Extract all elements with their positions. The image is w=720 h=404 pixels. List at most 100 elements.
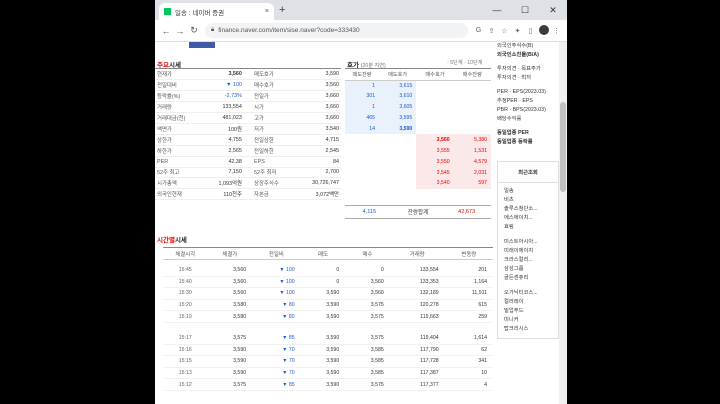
price-cell: 3,580 — [207, 299, 253, 312]
spacer — [243, 101, 253, 114]
bid-qty: 2,031 — [453, 167, 491, 179]
empty-cell — [416, 113, 453, 124]
bid-price: 3,540 — [416, 178, 454, 189]
price-cell: 3,560 — [207, 276, 253, 289]
buy-cell: 3,560 — [345, 276, 390, 289]
quote-label: 전일대비 — [155, 79, 194, 92]
time-cell: 15:40 — [163, 276, 208, 289]
recent-item[interactable]: 솔루스첨단소... — [504, 205, 552, 214]
recent-item[interactable]: 탑크리시스 — [504, 325, 552, 334]
recent-item[interactable]: 효림 — [504, 223, 552, 232]
quote-row: 시가총액 1,093억원 상장주식수 30,726,747 — [155, 177, 341, 190]
extensions-icon[interactable]: ✦ — [511, 27, 524, 35]
orderbook-level-links[interactable]: · 5단계 · 10단계 — [447, 59, 483, 66]
price-cell: 3,590 — [207, 344, 253, 357]
quote-row: 52주 최고 7,150 52주 최저 2,700 — [155, 167, 341, 179]
maximize-button[interactable]: ☐ — [511, 0, 539, 20]
quote-label: 매도호가 — [252, 69, 291, 81]
recent-item[interactable]: 골든센츄리 — [504, 274, 552, 283]
reload-icon[interactable]: ↻ — [187, 25, 201, 36]
empty-cell — [454, 80, 491, 91]
quote-label: PER — [155, 156, 194, 168]
diff-cell: ▼ 80 — [252, 310, 301, 323]
time-cell: 15:15 — [163, 355, 208, 368]
orderbook-ask-row: 14 3,590 — [345, 123, 491, 135]
ask-price: 3,610 — [378, 90, 417, 102]
ask-qty: 14 — [345, 123, 379, 135]
sidebar-info-line: 동일업종 PER — [497, 130, 529, 136]
change-cell: 11,911 — [444, 287, 493, 300]
quote-value: 30,726,747 — [290, 177, 341, 190]
quote-label: 저가 — [252, 123, 291, 135]
volume-cell: 117,728 — [389, 355, 445, 368]
url-field[interactable]: 🔒︎ finance.naver.com/item/sise.naver?cod… — [205, 23, 468, 38]
quote-value: 3,660 — [290, 112, 341, 124]
quote-label: 52주 최저 — [252, 167, 291, 179]
quote-value: 3,560 — [193, 69, 244, 81]
scrollbar-thumb[interactable] — [560, 102, 566, 192]
time-cell: 15:19 — [163, 310, 208, 323]
recent-item[interactable]: 일송 — [504, 187, 552, 196]
empty-cell — [416, 124, 453, 135]
spacer — [243, 79, 253, 92]
empty-cell — [454, 91, 491, 102]
recent-item[interactable]: 미니커 — [504, 316, 552, 325]
forward-arrow-icon[interactable]: → — [173, 26, 187, 36]
timeseries-title-rest: 시세 — [174, 237, 187, 244]
orderbook-header: 매도잔량 — [345, 69, 379, 81]
change-cell: 4 — [444, 378, 493, 391]
quote-value: 133,554 — [193, 101, 244, 114]
share-icon[interactable]: ⇪ — [485, 27, 498, 35]
quote-value: 481,023 — [193, 112, 244, 124]
main-area: 주요시세 현재가 3,560 매도호가 3,590 전일대비 ▼ 100 매수호가 3,560… — [155, 42, 495, 404]
empty-cell — [379, 145, 416, 156]
spacer — [243, 123, 253, 135]
profile-avatar[interactable] — [537, 24, 550, 37]
recent-item[interactable]: 미래이에이치 — [504, 247, 552, 256]
recent-item[interactable]: 컬러레이 — [504, 298, 552, 307]
timeseries-header: 변동량 — [444, 247, 493, 260]
quote-value: 3,590 — [290, 69, 341, 81]
menu-dots-icon[interactable]: ⋮ — [550, 27, 563, 35]
buy-cell: 3,575 — [345, 299, 390, 312]
scrollbar[interactable] — [559, 42, 567, 404]
buy-cell: 3,575 — [345, 378, 390, 391]
volume-cell: 117,377 — [389, 378, 445, 391]
recent-item[interactable]: 에스에이치... — [504, 214, 552, 223]
close-tab-icon[interactable]: × — [265, 8, 269, 15]
price-cell: 3,560 — [207, 264, 253, 277]
timeseries-header: 전일비 — [252, 247, 301, 260]
ask-price: 3,605 — [378, 101, 417, 113]
sidebar-panel-icon[interactable]: ▯ — [524, 27, 537, 35]
browser-tab[interactable]: 일송 : 네이버 증권 × — [159, 3, 274, 20]
timeseries-row: 15:13 3,590 ▼ 70 3,590 3,585 117,387 10 — [163, 367, 493, 380]
close-window-button[interactable]: ✕ — [539, 0, 567, 20]
empty-cell — [454, 113, 491, 124]
nav-highlight — [189, 42, 215, 48]
recent-item[interactable]: 밀업푸드 — [504, 307, 552, 316]
quote-value: 84 — [290, 156, 341, 168]
recent-item[interactable]: 비츠 — [504, 196, 552, 205]
orderbook-header: 매수잔량 — [453, 69, 491, 81]
buy-cell: 3,575 — [345, 332, 390, 345]
back-arrow-icon[interactable]: ← — [159, 26, 173, 36]
ask-qty: 1 — [345, 80, 379, 91]
spacer — [243, 69, 253, 81]
empty-cell — [379, 167, 416, 178]
change-cell: 1,164 — [444, 276, 493, 289]
buy-cell: 3,585 — [345, 367, 390, 380]
google-icon[interactable]: G — [472, 27, 485, 34]
recent-item[interactable]: 미스트아시아... — [504, 238, 552, 247]
timeseries-header: 거래량 — [389, 247, 445, 260]
buy-cell: 0 — [345, 264, 390, 277]
recent-item[interactable]: 삼성그룹 — [504, 265, 552, 274]
sidebar-info-line: 외국인주식수(B) — [497, 43, 534, 49]
ask-price: 3,590 — [378, 123, 417, 135]
recent-item[interactable]: 크라스컬리... — [504, 256, 552, 265]
new-tab-button[interactable]: + — [279, 4, 285, 16]
ask-price: 3,595 — [378, 112, 417, 124]
buy-cell: 3,560 — [345, 287, 390, 300]
recent-item[interactable]: 오가닉티코스... — [504, 289, 552, 298]
minimize-button[interactable]: — — [483, 0, 511, 20]
bookmark-star-icon[interactable]: ☆ — [498, 27, 511, 35]
